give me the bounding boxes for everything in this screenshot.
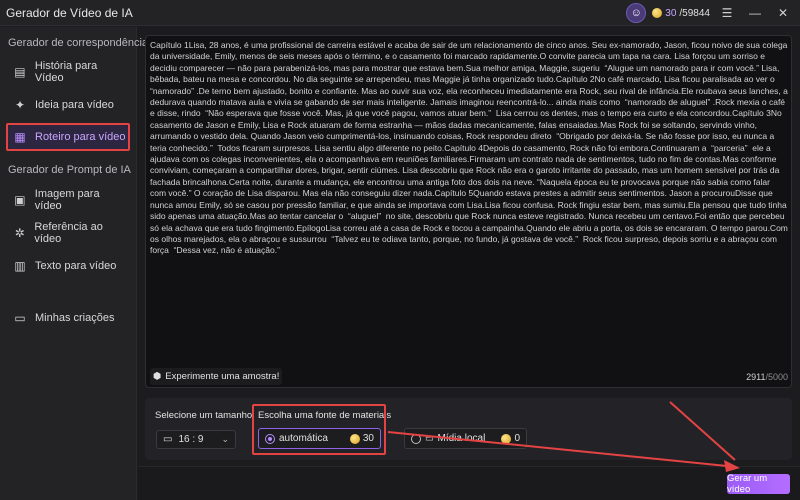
sample-icon: ⬢ [153,371,162,382]
app-title: Gerador de Vídeo de IA [6,6,133,20]
sidebar-item-label: História para Vídeo [34,60,98,84]
title-bar-controls: ☺ 30/59844 ☰ — ✕ [626,2,794,24]
monitor-icon: ▭ [425,433,434,443]
generate-video-button[interactable]: Gerar um vídeo [727,473,790,495]
coin-icon [652,8,663,18]
folder-icon: ▭ [14,311,26,325]
character-counter: 2911/5000 [746,372,788,382]
char-max: /5000 [765,372,788,382]
local-cost: 0 [501,433,520,444]
credits-display[interactable]: 30/59844 [652,8,710,19]
sidebar-item-my-creations[interactable]: ▭ Minhas criações [8,306,128,330]
source-local-label: Mídia local [437,433,486,444]
sidebar-item-label: Ideia para vídeo [35,99,114,111]
title-bar: Gerador de Vídeo de IA ☺ 30/59844 ☰ — ✕ [0,0,800,26]
credits-total: /59844 [679,7,710,19]
script-editor[interactable]: Capítulo 1Lisa, 28 anos, é uma profissio… [145,35,792,388]
try-sample-button[interactable]: ⬢ Experimente uma amostra! [150,368,283,385]
section-title-matching: Gerador de correspondência ... [8,37,161,49]
char-count: 2911 [746,372,766,382]
aspect-ratio-value: 16 : 9 [178,434,204,445]
size-label: Selecione um tamanho [155,410,253,421]
section-title-prompt: Gerador de Prompt de IA [8,164,131,176]
menu-icon[interactable]: ☰ [716,2,738,24]
bottom-bar [138,466,800,500]
sidebar-item-label: Minhas criações [35,312,115,324]
sidebar-item-label: Referência ao vídeo [34,221,103,245]
try-sample-label: Experimente uma amostra! [165,371,280,382]
sidebar-item-label: Imagem para vídeo [34,188,100,212]
credits-used: 30 [665,7,677,19]
minimize-icon[interactable]: — [744,2,766,24]
lightbulb-icon: ✦ [14,98,26,112]
book-icon: ▤ [14,65,26,79]
script-textarea[interactable]: Capítulo 1Lisa, 28 anos, é uma profissio… [150,40,788,360]
sidebar-item-label: Texto para vídeo [35,260,117,272]
local-cost-value: 0 [514,433,520,444]
image-icon: ▣ [14,193,26,207]
sidebar-item-story-to-video[interactable]: ▤ História para Vídeo [8,60,128,84]
chevron-down-icon: ⌄ [221,434,229,444]
avatar[interactable]: ☺ [626,3,647,23]
aspect-ratio-icon: ▭ [163,434,173,445]
generate-video-label: Gerar um vídeo [727,473,768,495]
highlight-frame-source [252,404,386,455]
sidebar-item-text-to-video[interactable]: ▥ Texto para vídeo [8,254,128,278]
reference-icon: ✲ [14,226,25,240]
aspect-ratio-select[interactable]: ▭ 16 : 9 ⌄ [156,430,236,449]
radio-icon [411,433,421,444]
sidebar-item-reference-to-video[interactable]: ✲ Referência ao vídeo [8,221,128,245]
text-icon: ▥ [14,259,26,273]
sidebar-item-image-to-video[interactable]: ▣ Imagem para vídeo [8,188,128,212]
coin-icon [501,433,512,444]
sidebar-item-idea-to-video[interactable]: ✦ Ideia para vídeo [8,93,128,117]
close-icon[interactable]: ✕ [772,2,794,24]
source-option-local[interactable]: ▭ Mídia local 0 [404,428,527,449]
highlight-frame-script [6,123,130,151]
